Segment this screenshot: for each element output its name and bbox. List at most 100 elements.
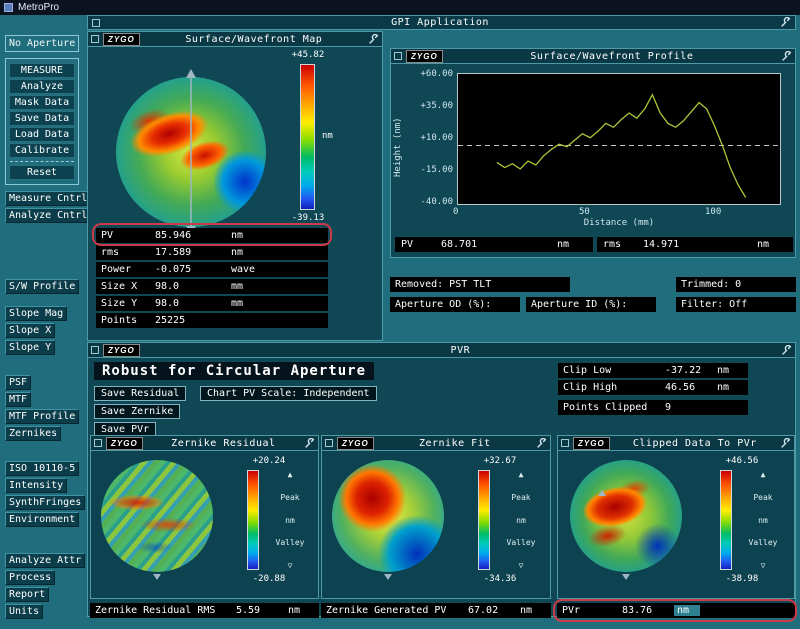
sidebar-item-measure[interactable]: MEASURE (9, 63, 75, 78)
scale-min: -20.88 (252, 574, 286, 584)
window-menu-box[interactable] (91, 346, 99, 354)
filter-value: Off (729, 299, 748, 310)
window-menu-box[interactable] (91, 35, 99, 43)
sidebar-item-process[interactable]: Process (5, 570, 56, 585)
app-icon (4, 3, 13, 12)
window-menu-box[interactable] (561, 439, 569, 447)
aperture-id-box[interactable]: Aperture ID (%): (526, 297, 656, 312)
stat-value: 17.589 (155, 247, 192, 258)
stat-value: 83.76 (622, 605, 653, 616)
stat-unit: nm (757, 239, 770, 250)
clipped-data-map-image (559, 449, 693, 583)
wrench-icon[interactable] (781, 344, 792, 356)
sidebar-item-environment[interactable]: Environment (5, 512, 80, 527)
os-titlebar[interactable]: MetroPro (0, 0, 800, 15)
subwindow-title: Zernike Fit (418, 437, 491, 449)
sidebar-item-units[interactable]: Units (5, 604, 44, 619)
profile-slice-arrow[interactable] (183, 69, 199, 235)
sidebar-item-calibrate[interactable]: Calibrate (9, 143, 75, 158)
scale-min: -38.98 (725, 574, 759, 584)
filter-box[interactable]: Filter: Off (676, 297, 796, 312)
sidebar-item-slope-y[interactable]: Slope Y (5, 340, 56, 355)
sidebar-item-iso-10110-5[interactable]: ISO 10110-5 (5, 461, 80, 476)
sidebar-item-analyze[interactable]: Analyze (9, 79, 75, 94)
pvr-window-titlebar[interactable]: ZYGO PVR (88, 343, 795, 358)
removed-label: Removed: (395, 279, 444, 290)
stat-label: Points (101, 315, 138, 326)
profile-rms-stat: rms 14.971 nm (597, 237, 793, 252)
sidebar-item-intensity[interactable]: Intensity (5, 478, 68, 493)
sidebar-item-mtf[interactable]: MTF (5, 392, 32, 407)
window-menu-box[interactable] (325, 439, 333, 447)
unit-label: nm (285, 515, 295, 525)
sidebar-item-slope-x[interactable]: Slope X (5, 323, 56, 338)
map-scale-min: -39.13 (291, 213, 325, 223)
sidebar-item-measure-cntrl[interactable]: Measure Cntrl (5, 191, 92, 206)
zernike-generated-pv-bar: Zernike Generated PV 67.02 nm (321, 603, 551, 618)
clip-high-stat: Clip High 46.56 nm (558, 380, 748, 395)
sidebar-item-load-data[interactable]: Load Data (9, 127, 75, 142)
stat-value: 5.59 (236, 605, 261, 616)
stat-unit: nm (674, 605, 700, 616)
wrench-icon[interactable] (368, 33, 379, 45)
stat-unit: mm (231, 298, 244, 309)
sidebar-item-save-data[interactable]: Save Data (9, 111, 75, 126)
window-menu-box[interactable] (92, 18, 100, 27)
profile-window-titlebar[interactable]: ZYGO Surface/Wavefront Profile (391, 49, 795, 64)
stat-label: rms (603, 239, 622, 250)
sidebar-item-sw-profile[interactable]: S/W Profile (5, 279, 80, 294)
sidebar-item-reset[interactable]: Reset (9, 165, 75, 180)
sidebar-item-psf[interactable]: PSF (5, 375, 32, 390)
subwindow-titlebar[interactable]: ZYGO Clipped Data To PVr (558, 436, 794, 451)
aperture-od-box[interactable]: Aperture OD (%): (390, 297, 520, 312)
stat-value: 14.971 (643, 239, 680, 250)
aperture-id-label: Aperture ID (%): (531, 299, 628, 310)
zernike-fit-map-image (332, 460, 444, 572)
stat-unit: nm (520, 605, 533, 616)
subwindow-titlebar[interactable]: ZYGO Zernike Fit (322, 436, 550, 451)
sidebar-item-synthfringes[interactable]: SynthFringes (5, 495, 86, 510)
map-window-titlebar[interactable]: ZYGO Surface/Wavefront Map (88, 32, 382, 47)
sidebar-item-analyze-attr[interactable]: Analyze Attr (5, 553, 86, 568)
peak-marker-icon (598, 490, 606, 496)
save-residual-button[interactable]: Save Residual (94, 386, 187, 401)
window-menu-box[interactable] (394, 52, 402, 60)
wrench-icon[interactable] (304, 437, 315, 449)
pvr-window: ZYGO PVR Robust for Circular Aperture Sa… (87, 342, 797, 622)
stat-label: Power (101, 264, 132, 275)
valley-label: Valley (506, 538, 536, 548)
surface-wavefront-profile-window: ZYGO Surface/Wavefront Profile Height (n… (390, 48, 796, 258)
points-clipped-stat: Points Clipped 9 (558, 400, 748, 415)
chart-pv-scale-button[interactable]: Chart PV Scale: Independent (200, 386, 377, 401)
map-scale-unit: nm (322, 131, 333, 141)
zernike-residual-map-image (101, 460, 213, 572)
wrench-icon[interactable] (536, 437, 547, 449)
stat-unit: nm (231, 247, 244, 258)
wrench-icon[interactable] (781, 50, 792, 62)
peak-arrow-icon: ▲ (760, 470, 766, 479)
wrench-icon[interactable] (780, 437, 791, 449)
sidebar-item-zernikes[interactable]: Zernikes (5, 426, 62, 441)
save-zernike-button[interactable]: Save Zernike (94, 404, 181, 419)
sidebar-item-report[interactable]: Report (5, 587, 50, 602)
scale-legend: ▲ Peak nm Valley ▽ (736, 470, 790, 570)
colorbar (478, 470, 490, 570)
wrench-icon[interactable] (780, 17, 791, 28)
gpi-application-titlebar[interactable]: GPI Application (87, 15, 796, 30)
subwindow-titlebar[interactable]: ZYGO Zernike Residual (91, 436, 318, 451)
zygo-logo: ZYGO (103, 343, 140, 357)
pvr-heading: Robust for Circular Aperture (94, 362, 375, 380)
no-aperture-button[interactable]: No Aperture (5, 35, 80, 52)
stat-value: -0.075 (155, 264, 192, 275)
clip-low-stat: Clip Low -37.22 nm (558, 363, 748, 378)
profile-plot-area[interactable] (457, 73, 782, 205)
sidebar-item-analyze-cntrl[interactable]: Analyze Cntrl (5, 208, 92, 223)
sidebar-item-mask-data[interactable]: Mask Data (9, 95, 75, 110)
stat-label: Clip Low (563, 365, 612, 376)
stat-value: 98.0 (155, 281, 180, 292)
sidebar-item-mtf-profile[interactable]: MTF Profile (5, 409, 80, 424)
stat-value: -37.22 (665, 365, 702, 376)
sidebar-item-slope-mag[interactable]: Slope Mag (5, 306, 68, 321)
window-menu-box[interactable] (94, 439, 102, 447)
colorbar (720, 470, 732, 570)
